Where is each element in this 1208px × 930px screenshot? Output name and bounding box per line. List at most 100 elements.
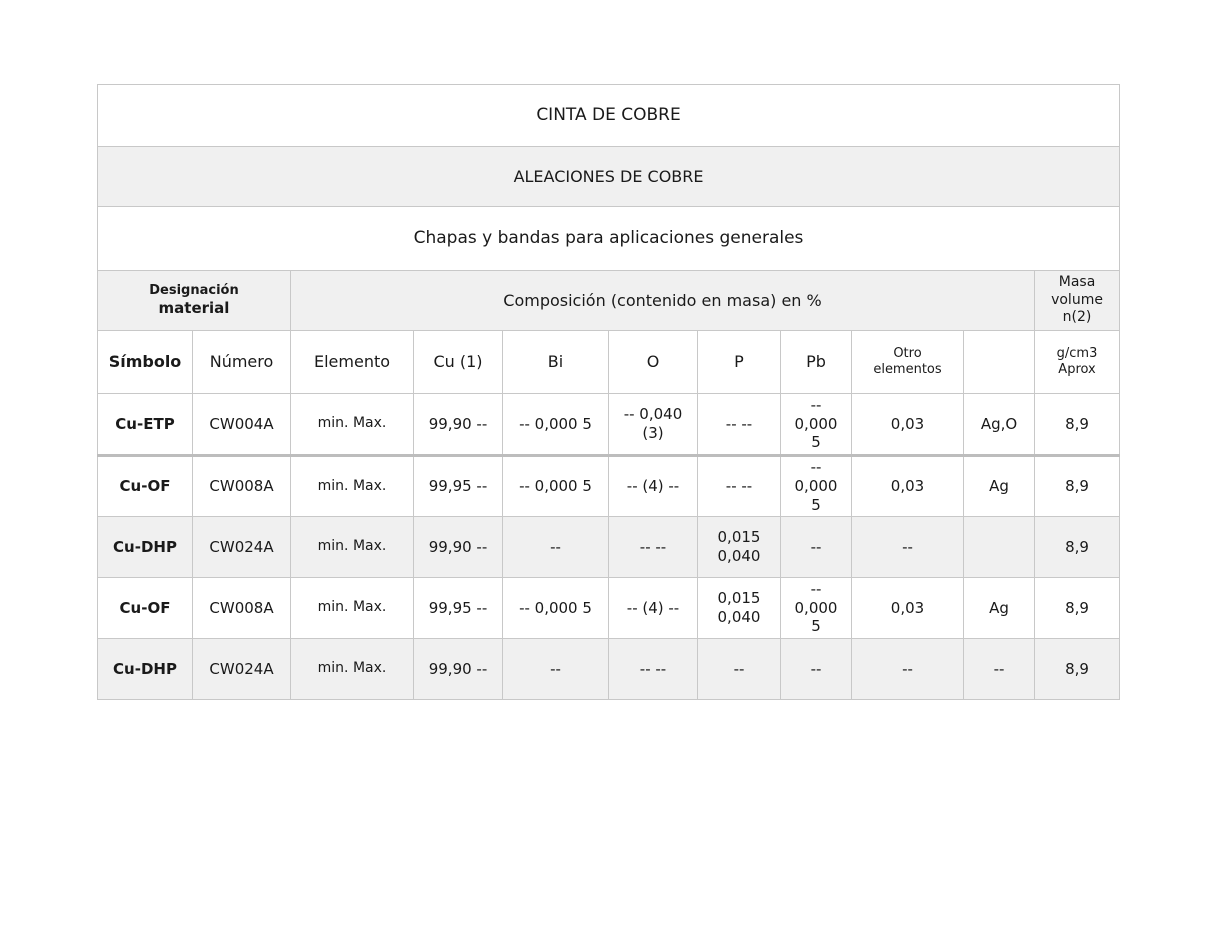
table-row: Cu-DHP CW024A min. Max. 99,90 -- -- -- -… [97,638,1121,700]
cell-density: 8,9 [1033,516,1121,578]
col-symbol: Símbolo [97,330,193,394]
cell-pb: -- [780,516,852,578]
cell-p: -- -- [697,393,781,457]
cell-p: 0,015 0,040 [697,516,781,578]
col-element: Elemento [290,330,414,394]
cell-pb-line2: 0,000 [794,598,838,617]
table-row: Cu-OF CW008A min. Max. 99,95 -- -- 0,000… [97,577,1121,639]
cell-p-line1: -- [733,659,745,678]
cell-number: CW004A [192,393,291,457]
cell-extra: -- [963,638,1035,700]
cell-other: 0,03 [851,455,964,517]
cell-o-line1: -- (4) -- [626,477,680,496]
cell-o: -- -- [608,638,698,700]
cell-cu: 99,90 -- [413,516,503,578]
cell-p-line1: 0,015 [717,528,761,547]
cell-p: -- [697,638,781,700]
cell-density: 8,9 [1033,638,1121,700]
cell-bi: -- [502,516,609,578]
cell-symbol: Cu-OF [97,577,193,639]
col-o: O [608,330,698,394]
col-p: P [697,330,781,394]
cell-element: min. Max. [290,516,414,578]
cell-symbol: Cu-DHP [97,638,193,700]
cell-p-line2: 0,040 [717,547,761,565]
application-caption: Chapas y bandas para aplicaciones genera… [96,206,1121,271]
cell-element: min. Max. [290,638,414,700]
cell-bi: -- 0,000 5 [502,393,609,457]
col-unit-line2: Aprox [1058,362,1096,377]
cell-o: -- (4) -- [608,455,698,517]
cell-pb-line3: 5 [811,433,821,452]
cell-pb-line3: 5 [811,495,821,514]
col-other-line2: elementos [873,362,942,377]
cell-pb: -- [780,638,852,700]
cell-element: min. Max. [290,455,414,517]
document-page: CINTA DE COBRE ALEACIONES DE COBRE Chapa… [0,0,1208,930]
cell-pb: -- 0,000 5 [780,393,852,457]
cell-number: CW024A [192,638,291,700]
mass-header-line2: volume [1051,291,1103,308]
cell-o: -- 0,040 (3) [608,393,698,457]
cell-extra: Ag [963,577,1035,639]
cell-pb-line2: 0,000 [794,414,838,433]
cell-density: 8,9 [1033,455,1121,517]
designation-header-line2: material [158,299,230,318]
cell-density: 8,9 [1033,393,1121,457]
table-row: Cu-DHP CW024A min. Max. 99,90 -- -- -- -… [97,516,1121,578]
mass-header: Masa volume n(2) [1033,270,1121,331]
table-subtitle: ALEACIONES DE COBRE [96,146,1121,207]
cell-extra [963,516,1035,578]
cell-p-line1: -- -- [725,477,753,496]
cell-symbol: Cu-ETP [97,393,193,457]
cell-density: 8,9 [1033,577,1121,639]
col-other-line1: Otro [893,345,922,361]
cell-cu: 99,95 -- [413,577,503,639]
cell-p-line1: -- -- [725,414,753,433]
cell-pb: -- 0,000 5 [780,577,852,639]
cell-symbol: Cu-DHP [97,516,193,578]
copper-tape-table: CINTA DE COBRE ALEACIONES DE COBRE Chapa… [96,84,1121,700]
cell-o: -- (4) -- [608,577,698,639]
mass-header-line1: Masa [1058,274,1096,291]
cell-bi: -- 0,000 5 [502,455,609,517]
cell-o-line1: -- -- [639,537,667,556]
cell-p: 0,015 0,040 [697,577,781,639]
cell-pb-line2: 0,000 [794,477,838,496]
col-cu: Cu (1) [413,330,503,394]
cell-pb-line1: -- [810,458,822,477]
cell-pb-line3: 5 [811,617,821,636]
table-row: Cu-OF CW008A min. Max. 99,95 -- -- 0,000… [97,455,1121,517]
col-number: Número [192,330,291,394]
col-other: Otro elementos [851,330,964,394]
cell-symbol: Cu-OF [97,455,193,517]
cell-pb-line1: -- [810,579,822,598]
col-unit: g/cm3 Aprox [1033,330,1121,394]
table-title: CINTA DE COBRE [96,84,1121,147]
cell-o-line1: -- (4) -- [626,598,680,617]
cell-extra: Ag [963,455,1035,517]
table-row: Cu-ETP CW004A min. Max. 99,90 -- -- 0,00… [97,393,1121,457]
cell-p-line2: 0,040 [717,608,761,626]
cell-cu: 99,90 -- [413,638,503,700]
cell-pb-line1: -- [810,659,822,678]
cell-bi: -- 0,000 5 [502,577,609,639]
cell-p-line1: 0,015 [717,589,761,608]
cell-element: min. Max. [290,393,414,457]
cell-pb-line1: -- [810,537,822,556]
cell-element: min. Max. [290,577,414,639]
cell-number: CW008A [192,455,291,517]
designation-header: Designación material [97,270,291,331]
cell-number: CW024A [192,516,291,578]
cell-other: 0,03 [851,393,964,457]
cell-other: 0,03 [851,577,964,639]
cell-cu: 99,95 -- [413,455,503,517]
designation-header-line1: Designación [149,283,239,298]
cell-other: -- [851,638,964,700]
col-extra [963,330,1035,394]
cell-bi: -- [502,638,609,700]
cell-cu: 99,90 -- [413,393,503,457]
cell-o-line1: -- -- [639,659,667,678]
cell-number: CW008A [192,577,291,639]
cell-o-line1: -- 0,040 [623,405,683,424]
